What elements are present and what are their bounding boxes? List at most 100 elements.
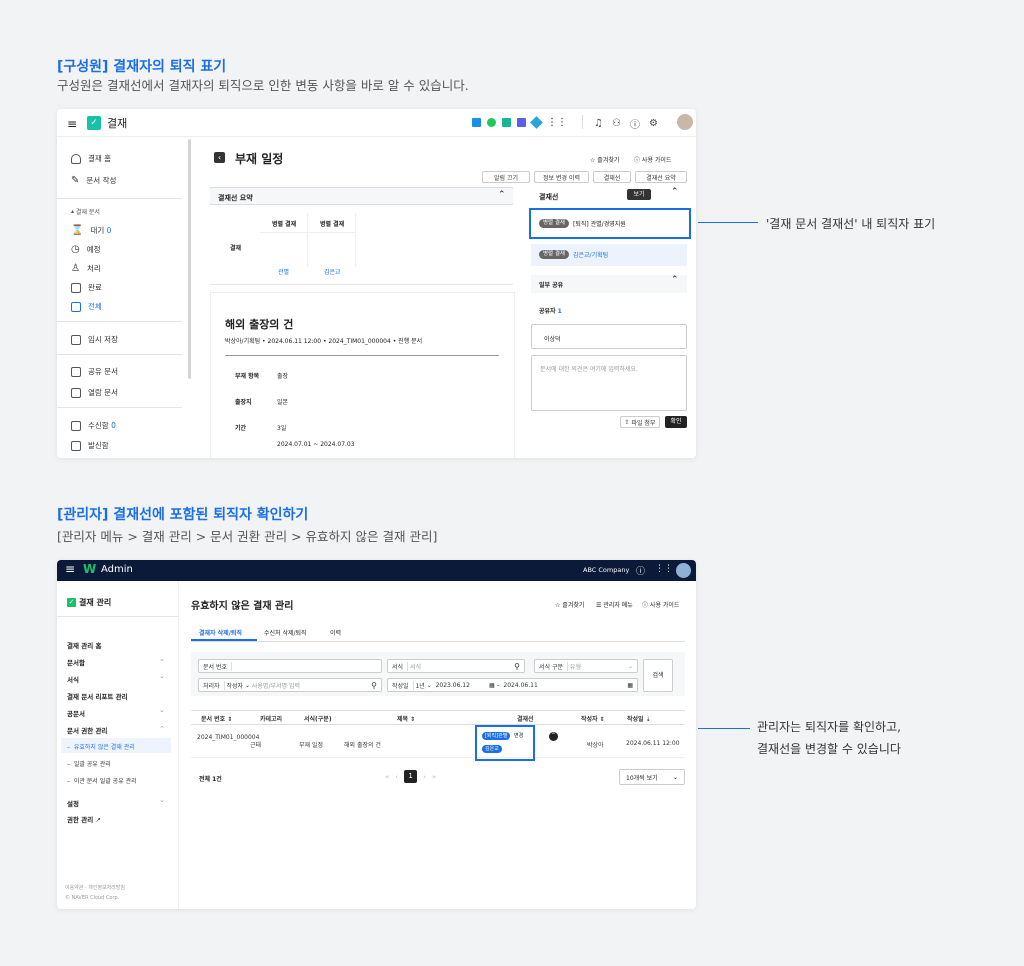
avatar[interactable] <box>677 114 693 130</box>
change-link[interactable]: 변경 <box>514 732 523 739</box>
submenu-bulk-share[interactable]: – 일괄 공유 관리 <box>67 759 111 768</box>
col-date[interactable]: 작성일 ⇣ <box>627 714 651 723</box>
confirm-button[interactable]: 확인 <box>665 416 687 428</box>
menu-doc-box[interactable]: 문서함 <box>67 657 85 667</box>
col-doc-no[interactable]: 문서 번호 ⇕ <box>201 714 232 723</box>
tab-history[interactable]: 이력 <box>330 628 341 637</box>
approver-line-item[interactable]: 병렬 결재 김은교/기획팀 <box>531 244 687 266</box>
menu-report[interactable]: 결재 문서 리포트 관리 <box>67 691 128 701</box>
first-page-icon[interactable]: « <box>385 773 389 781</box>
date-range-filter[interactable]: 작성일 1년 ⌄ 2023.06.12 ▦ – 2024.06.11 ▦ <box>387 678 638 692</box>
author-input[interactable]: 처리자 작성자 ⌄ 사용명/부서명 입력 ⚲ <box>198 678 382 692</box>
sidebar-scrollbar[interactable] <box>188 139 191 379</box>
footer-links[interactable]: 이용약관 · 개인정보처리방침 <box>65 884 125 891</box>
summary-header[interactable]: 결재선 요약 ⌃ <box>210 187 513 205</box>
approver-1[interactable]: 관별 <box>278 267 289 276</box>
search-icon[interactable]: ⚲ <box>371 681 377 690</box>
menu-doc-permission[interactable]: 문서 권한 관리 <box>67 725 107 735</box>
chevron-up-icon[interactable]: ⌃ <box>159 725 165 733</box>
menu-settings[interactable]: 설정 <box>67 798 79 808</box>
attach-button[interactable]: ⇪ 파일 첨부 <box>620 416 660 428</box>
drive-icon[interactable] <box>530 116 543 129</box>
bell-icon[interactable]: ♫ <box>594 118 603 129</box>
avatar[interactable] <box>676 563 691 578</box>
last-page-icon[interactable]: » <box>432 773 436 781</box>
help-icon[interactable]: ⓘ <box>630 116 640 131</box>
row-author[interactable]: 박상아 <box>587 740 604 749</box>
history-button[interactable]: 정보 변경 이력 <box>534 171 589 183</box>
row-title[interactable]: 해외 출장의 건 <box>344 740 381 749</box>
approver-2[interactable]: 김은교 <box>324 267 341 276</box>
submenu-transfer-share[interactable]: – 이관 문서 일괄 공유 관리 <box>67 776 137 785</box>
tab-retired-receiver[interactable]: 수신처 삭제/퇴직 <box>264 628 307 637</box>
col-title[interactable]: 제목 ⇕ <box>397 714 415 723</box>
calendar-icon[interactable]: ▦ <box>489 682 495 689</box>
next-page-icon[interactable]: › <box>423 773 426 781</box>
menu-forms[interactable]: 서식 <box>67 674 79 684</box>
sidebar-item-home[interactable]: 결재 홈 <box>71 153 111 164</box>
calendar-icon[interactable]: ▦ <box>627 682 633 689</box>
submenu-invalid-approval[interactable]: – 유효하지 않은 결재 관리 <box>67 742 135 751</box>
board-icon[interactable] <box>472 118 481 127</box>
mail-icon[interactable] <box>502 118 511 127</box>
hamburger-icon[interactable]: ≡ <box>65 562 75 576</box>
favorite-link[interactable]: ☆ 즐겨찾기 <box>555 600 584 609</box>
chevron-down-icon[interactable]: ⌄ <box>159 672 165 680</box>
chevron-down-icon[interactable]: ⌄ <box>159 655 165 663</box>
help-icon[interactable]: ⓘ <box>636 564 645 577</box>
sharer-box[interactable]: 이상덕 <box>531 324 687 349</box>
view-button[interactable]: 보기 <box>627 189 651 200</box>
favorite-link[interactable]: ☆ 즐겨찾기 <box>590 155 619 164</box>
sidebar-item-scheduled[interactable]: ◷ 예정 <box>71 244 101 255</box>
admin-menu-link[interactable]: ☰ 관리자 메뉴 <box>596 600 633 609</box>
sidebar-item-waiting[interactable]: ⌛ 대기 0 <box>71 225 111 236</box>
admin-page-title: 유효하지 않은 결재 관리 <box>191 601 294 612</box>
back-icon[interactable]: ‹ <box>214 152 225 163</box>
chevron-down-icon[interactable]: ⌄ <box>159 796 165 804</box>
approval-line-button[interactable]: 결재선 <box>593 171 631 183</box>
doc-number-input[interactable]: 문서 번호 <box>198 659 382 673</box>
col-author[interactable]: 작성자 ⇕ <box>581 714 605 723</box>
expand-icon[interactable]: ⌃ <box>549 732 558 741</box>
guide-link[interactable]: ⓘ 사용 가이드 <box>642 600 679 609</box>
comment-textarea[interactable]: 문서에 대한 의견은 여기에 입력하세요. <box>531 355 687 411</box>
retired-approver-highlight[interactable]: 병렬 결재 [퇴직] 관별/경영지원 <box>529 208 691 239</box>
menu-approval-home[interactable]: 결재 관리 홈 <box>67 640 101 650</box>
chevron-up-icon[interactable]: ⌃ <box>671 187 679 197</box>
form-input[interactable]: 서식 서식 ⚲ <box>387 659 525 673</box>
partial-share-header[interactable]: 일부 공유 ⌃ <box>531 275 687 293</box>
chevron-up-icon[interactable]: ⌃ <box>498 190 506 200</box>
search-button[interactable]: 검색 <box>643 659 673 692</box>
chat-icon[interactable] <box>487 118 496 127</box>
sidebar-group-label[interactable]: ▴ 결재 문서 <box>71 207 100 216</box>
sidebar-item-process[interactable]: ♙ 처리 <box>71 263 101 274</box>
menu-official-doc[interactable]: 공문서 <box>67 708 85 718</box>
apps-grid-icon[interactable]: ⋮⋮ <box>547 118 567 128</box>
notify-off-button[interactable]: 알림 끄기 <box>482 171 530 183</box>
chevron-down-icon[interactable]: ⌄ <box>159 706 165 714</box>
page-size-select[interactable]: 10개씩 보기 ⌄ <box>619 769 685 785</box>
approval-summary-button[interactable]: 결재선 요약 <box>635 171 687 183</box>
sidebar-item-compose[interactable]: ✎ 문서 작성 <box>71 175 116 186</box>
apps-grid-icon[interactable]: ⋮⋮ <box>655 564 673 574</box>
tab-retired-approver[interactable]: 결재자 삭제/퇴직 <box>199 628 242 637</box>
search-icon[interactable]: ⚲ <box>514 662 520 671</box>
chevron-up-icon[interactable]: ⌃ <box>671 275 679 285</box>
sidebar-item-viewed[interactable]: 열람 문서 <box>71 387 118 398</box>
sidebar-item-inbox[interactable]: 수신함 0 <box>71 420 116 431</box>
sidebar-item-temp[interactable]: 임시 저장 <box>71 334 118 345</box>
company-name[interactable]: ABC Company <box>583 566 629 574</box>
prev-page-icon[interactable]: ‹ <box>395 773 398 781</box>
sidebar-item-all[interactable]: 전체 <box>71 301 102 312</box>
sidebar-item-sent[interactable]: 발신함 <box>71 440 109 451</box>
sidebar-item-shared[interactable]: 공유 문서 <box>71 366 118 377</box>
gear-icon[interactable]: ⚙ <box>649 118 658 129</box>
form-type-select[interactable]: 서식 구분 유형 ⌄ <box>534 659 638 673</box>
page-current[interactable]: 1 <box>404 770 418 783</box>
guide-link[interactable]: ⓘ 사용 가이드 <box>634 155 671 164</box>
hamburger-icon[interactable]: ≡ <box>67 117 77 131</box>
menu-permission[interactable]: 권한 관리 ↗ <box>67 814 101 824</box>
org-chart-icon[interactable]: ⚇ <box>612 118 621 129</box>
sidebar-item-done[interactable]: 완료 <box>71 282 102 293</box>
calendar-icon[interactable] <box>517 118 526 127</box>
